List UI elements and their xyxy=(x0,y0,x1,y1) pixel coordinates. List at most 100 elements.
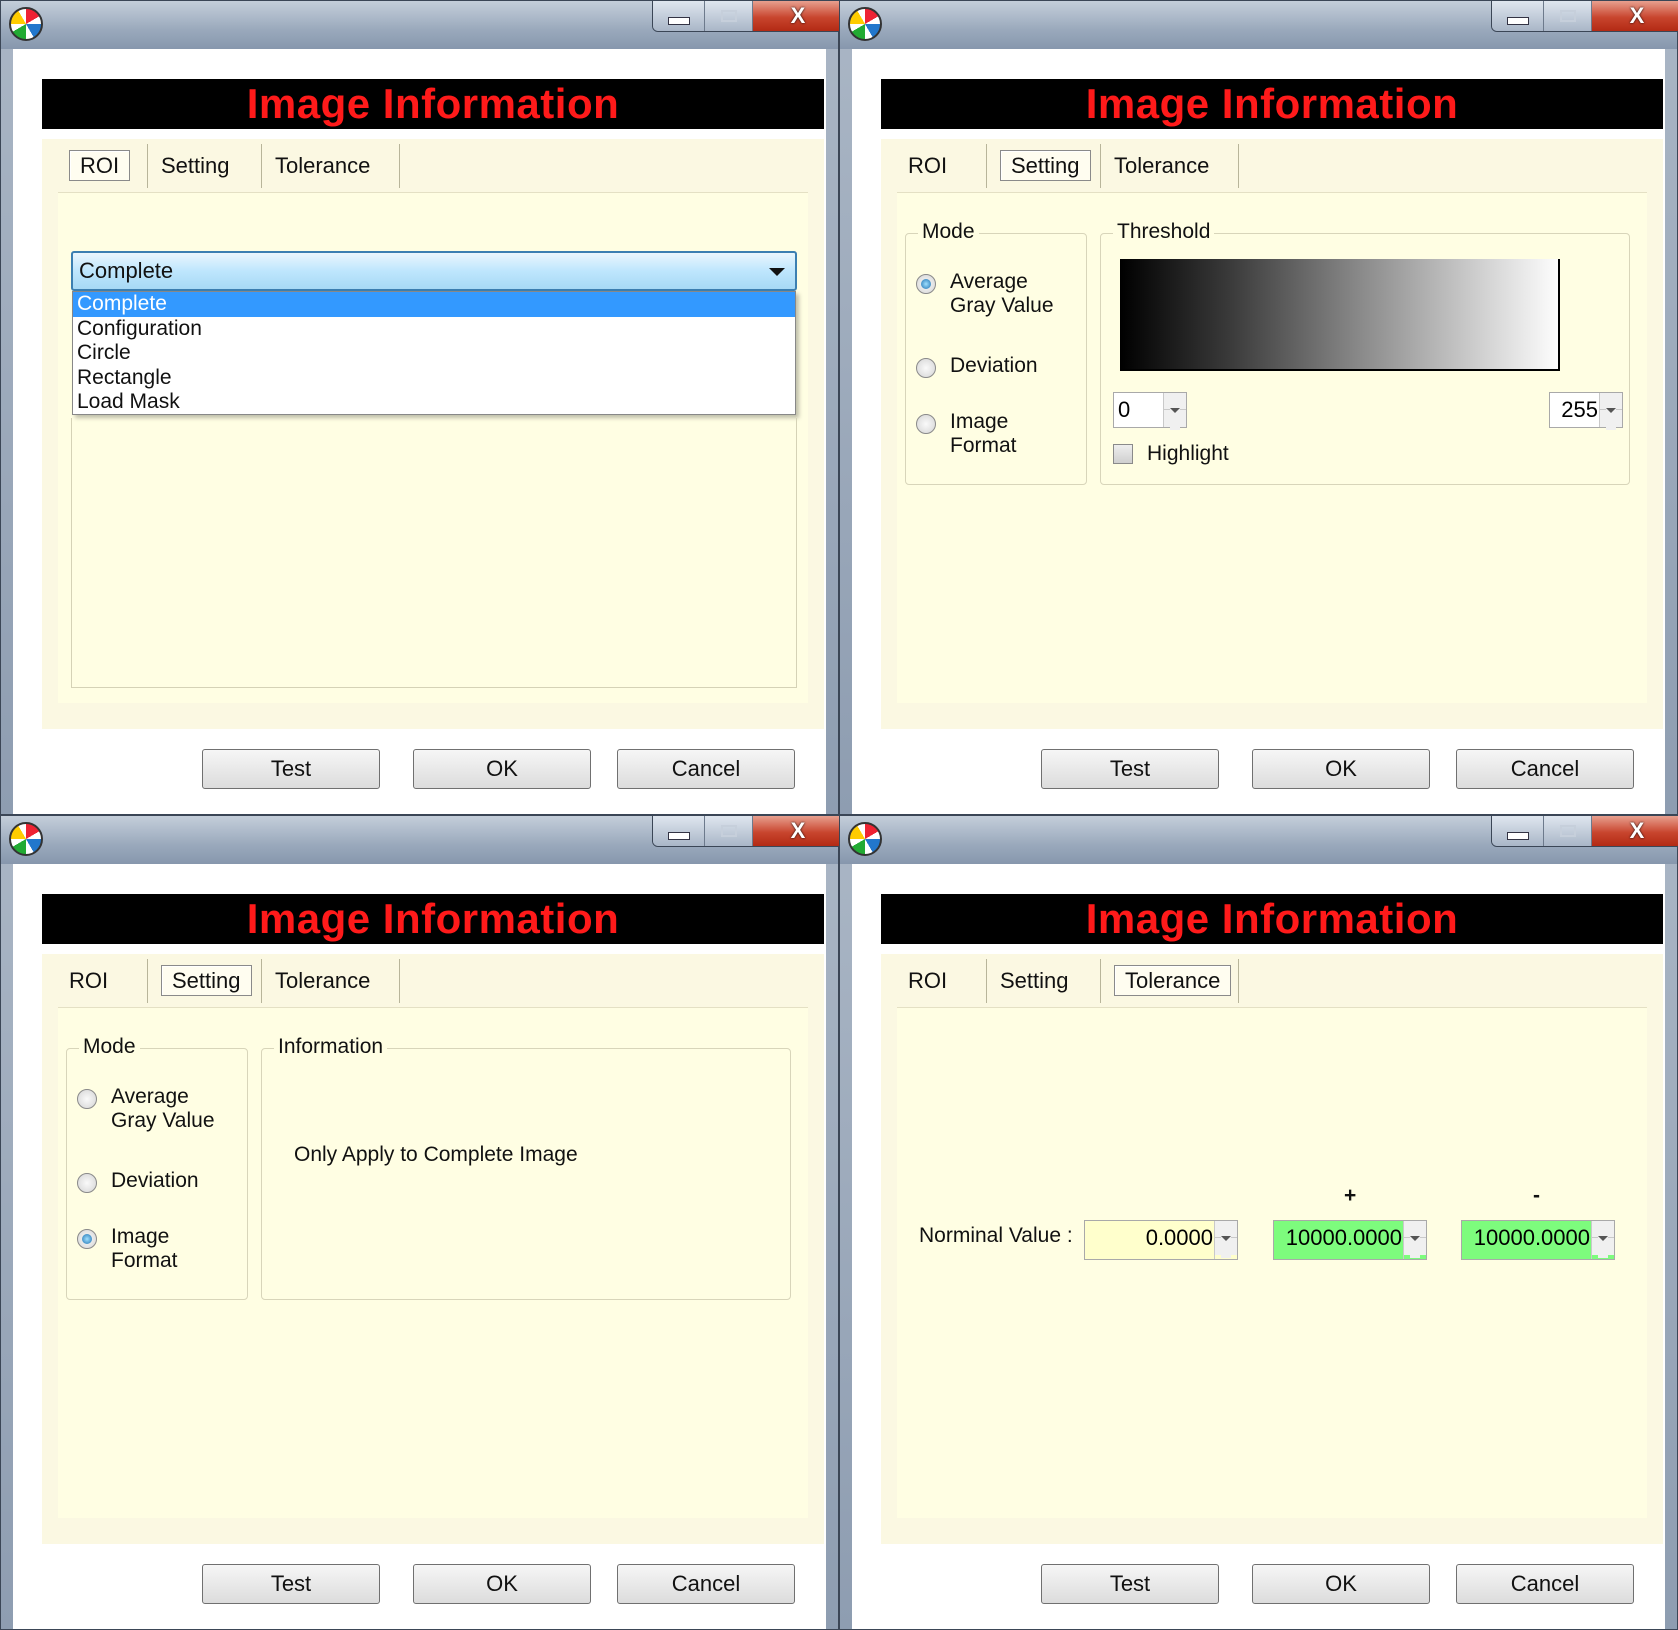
minus-tolerance-input[interactable]: 10000.0000 xyxy=(1466,1221,1590,1255)
radio-button-icon[interactable] xyxy=(916,358,936,378)
maximize-button[interactable] xyxy=(705,816,753,846)
minimize-button[interactable] xyxy=(1492,1,1544,31)
dialog-tolerance: X Image Information ROI Setting Toleranc… xyxy=(839,815,1678,1630)
nominal-value-input[interactable]: 0.0000 xyxy=(1089,1221,1213,1255)
close-button[interactable]: X xyxy=(753,1,843,31)
minimize-button[interactable] xyxy=(653,1,705,31)
spinner-arrows[interactable] xyxy=(1403,1220,1426,1259)
cancel-button[interactable]: Cancel xyxy=(617,749,795,789)
tab-tolerance[interactable]: Tolerance xyxy=(1101,144,1239,188)
radio-button-icon[interactable] xyxy=(916,274,936,294)
threshold-gradient-bar[interactable] xyxy=(1120,259,1560,371)
mode-legend: Mode xyxy=(918,220,979,244)
maximize-button[interactable] xyxy=(1544,816,1592,846)
dropdown-option-circle[interactable]: Circle xyxy=(73,341,795,366)
threshold-legend: Threshold xyxy=(1113,220,1215,244)
maximize-button[interactable] xyxy=(1544,1,1592,31)
ok-button[interactable]: OK xyxy=(413,749,591,789)
caption-buttons: X xyxy=(652,816,844,847)
tab-tolerance[interactable]: Tolerance xyxy=(262,959,400,1003)
close-button[interactable]: X xyxy=(1592,1,1678,31)
tab-setting[interactable]: Setting xyxy=(148,144,262,188)
spinner-down-icon[interactable] xyxy=(1164,407,1186,430)
threshold-group: Threshold 0 255 Highlight xyxy=(1100,220,1630,485)
tab-setting[interactable]: Setting xyxy=(987,959,1101,1003)
dropdown-arrow-icon[interactable] xyxy=(769,268,785,276)
radio-button-icon[interactable] xyxy=(916,414,936,434)
cancel-button[interactable]: Cancel xyxy=(617,1564,795,1604)
close-icon: X xyxy=(1629,3,1645,28)
close-button[interactable]: X xyxy=(1592,816,1678,846)
tab-roi[interactable]: ROI xyxy=(56,144,148,188)
test-button[interactable]: Test xyxy=(1041,749,1219,789)
highlight-checkbox-row[interactable]: Highlight xyxy=(1113,442,1229,466)
maximize-icon xyxy=(720,825,737,837)
dropdown-option-rectangle[interactable]: Rectangle xyxy=(73,366,795,391)
minimize-icon xyxy=(1506,17,1529,25)
dialog-title-banner: Image Information xyxy=(881,894,1663,944)
minimize-button[interactable] xyxy=(1492,816,1544,846)
information-legend: Information xyxy=(274,1035,388,1059)
spinner-arrows[interactable] xyxy=(1599,392,1622,430)
tab-roi[interactable]: ROI xyxy=(895,959,987,1003)
minus-tolerance-spinner[interactable]: 10000.0000 xyxy=(1461,1220,1615,1260)
spinner-down-icon[interactable] xyxy=(1600,407,1622,430)
title-bar[interactable]: X xyxy=(840,816,1678,864)
tab-tolerance[interactable]: Tolerance xyxy=(262,144,400,188)
test-button[interactable]: Test xyxy=(202,749,380,789)
spinner-down-icon[interactable] xyxy=(1404,1235,1426,1258)
tab-roi-label: ROI xyxy=(908,968,948,993)
minimize-button[interactable] xyxy=(653,816,705,846)
title-bar[interactable]: X xyxy=(840,1,1678,49)
dropdown-option-complete[interactable]: Complete xyxy=(73,292,795,317)
nominal-value-spinner[interactable]: 0.0000 xyxy=(1084,1220,1238,1260)
ok-button[interactable]: OK xyxy=(1252,1564,1430,1604)
tab-setting[interactable]: Setting xyxy=(987,144,1101,188)
radio-button-icon[interactable] xyxy=(77,1089,97,1109)
ok-button[interactable]: OK xyxy=(1252,749,1430,789)
plus-tolerance-input[interactable]: 10000.0000 xyxy=(1278,1221,1402,1255)
tab-tolerance-label: Tolerance xyxy=(1114,153,1210,178)
roi-shape-dropdown[interactable]: Complete xyxy=(71,251,797,291)
dropdown-option-load-mask[interactable]: Load Mask xyxy=(73,390,795,415)
mode-radio-average-gray[interactable]: Average Gray Value xyxy=(77,1085,215,1133)
cancel-button[interactable]: Cancel xyxy=(1456,1564,1634,1604)
tab-roi-label: ROI xyxy=(69,150,131,181)
tab-strip: ROI Setting Tolerance xyxy=(895,144,1239,192)
radio-label: Average Gray Value xyxy=(111,1085,215,1132)
mode-radio-deviation[interactable]: Deviation xyxy=(916,354,1038,378)
minimize-icon xyxy=(667,17,690,25)
highlight-checkbox[interactable] xyxy=(1113,444,1133,464)
mode-radio-image-format[interactable]: Image Format xyxy=(916,410,1017,458)
ok-button[interactable]: OK xyxy=(413,1564,591,1604)
mode-radio-average-gray[interactable]: Average Gray Value xyxy=(916,270,1054,318)
spinner-down-icon[interactable] xyxy=(1592,1235,1614,1258)
mode-radio-image-format[interactable]: Image Format xyxy=(77,1225,178,1273)
spinner-down-icon[interactable] xyxy=(1215,1235,1237,1258)
tab-roi[interactable]: ROI xyxy=(56,959,148,1003)
tab-roi[interactable]: ROI xyxy=(895,144,987,188)
dialog-setting-threshold: X Image Information ROI Setting Toleranc… xyxy=(839,0,1678,815)
roi-shape-dropdown-value: Complete xyxy=(79,258,174,283)
threshold-min-spinner[interactable]: 0 xyxy=(1113,392,1187,430)
maximize-button[interactable] xyxy=(705,1,753,31)
tab-tolerance[interactable]: Tolerance xyxy=(1101,959,1239,1003)
plus-tolerance-spinner[interactable]: 10000.0000 xyxy=(1273,1220,1427,1260)
title-bar[interactable]: X xyxy=(1,816,844,864)
cancel-button[interactable]: Cancel xyxy=(1456,749,1634,789)
mode-radio-deviation[interactable]: Deviation xyxy=(77,1169,199,1193)
title-bar[interactable]: X xyxy=(1,1,844,49)
spinner-arrows[interactable] xyxy=(1214,1220,1237,1259)
close-button[interactable]: X xyxy=(753,816,843,846)
radio-button-icon[interactable] xyxy=(77,1173,97,1193)
test-button[interactable]: Test xyxy=(202,1564,380,1604)
tab-setting[interactable]: Setting xyxy=(148,959,262,1003)
tab-strip: ROI Setting Tolerance xyxy=(895,959,1239,1007)
tab-setting-label: Setting xyxy=(161,153,230,178)
spinner-arrows[interactable] xyxy=(1591,1220,1614,1259)
threshold-max-spinner[interactable]: 255 xyxy=(1549,392,1623,430)
dropdown-option-configuration[interactable]: Configuration xyxy=(73,317,795,342)
radio-button-icon[interactable] xyxy=(77,1229,97,1249)
spinner-arrows[interactable] xyxy=(1163,392,1186,430)
test-button[interactable]: Test xyxy=(1041,1564,1219,1604)
